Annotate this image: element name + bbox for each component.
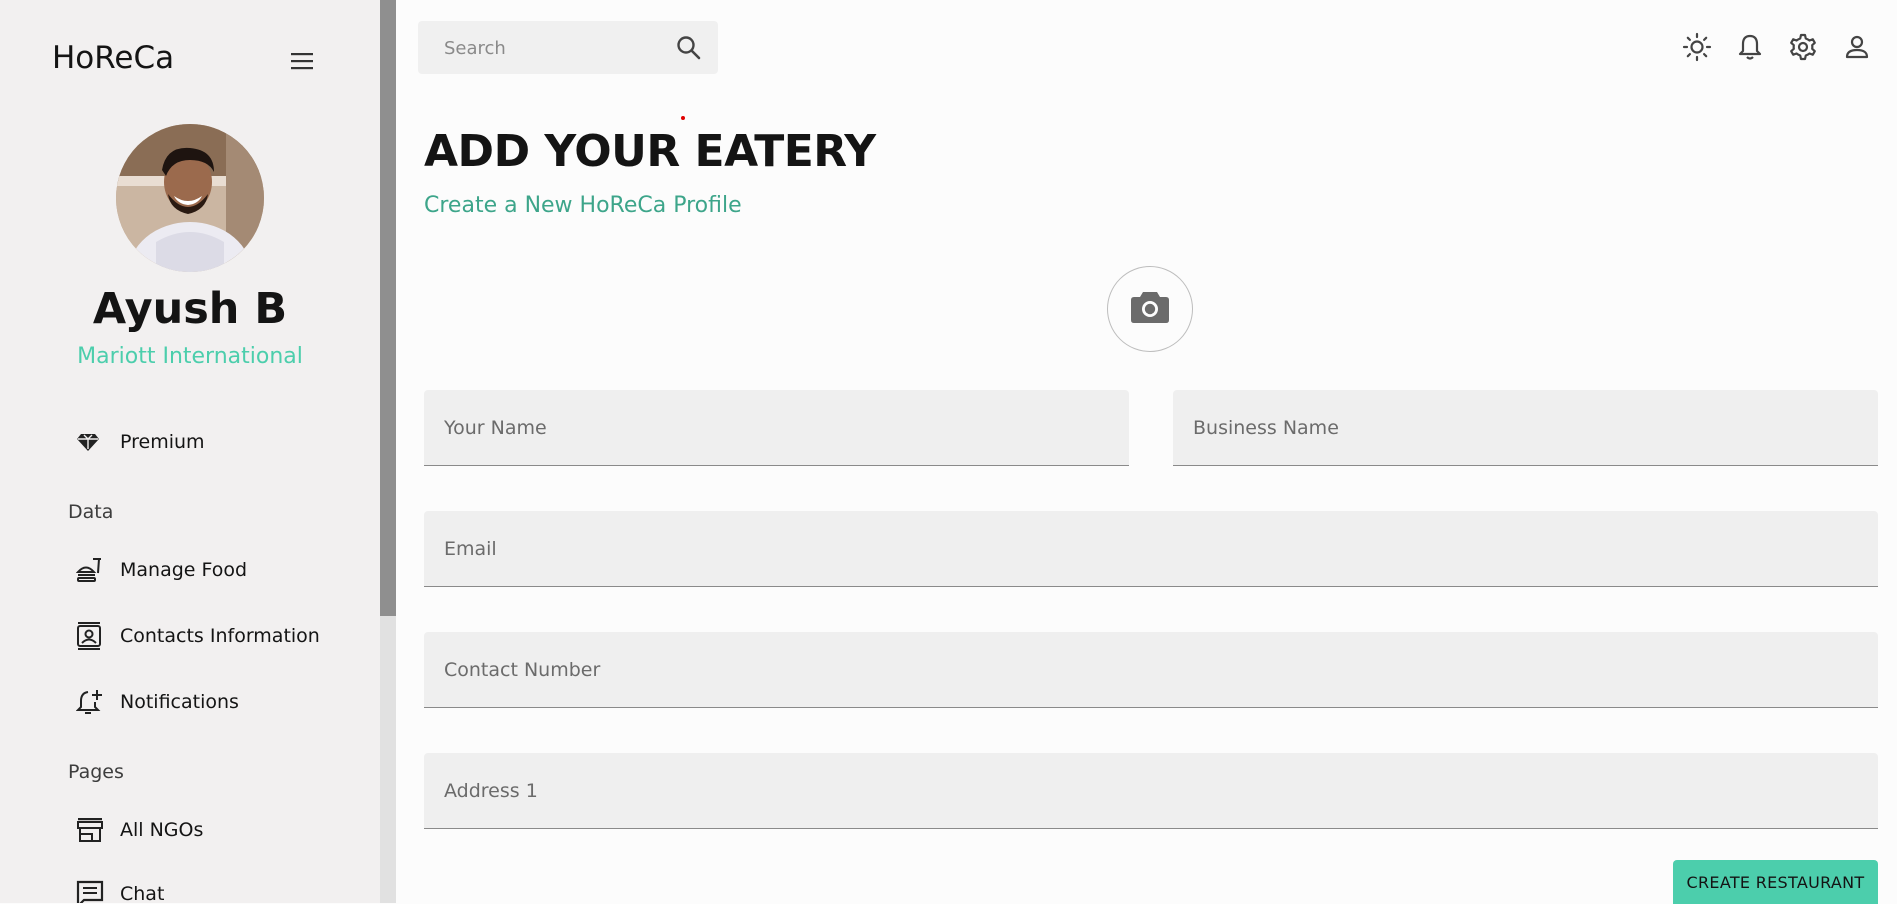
user-icon[interactable]	[1842, 32, 1872, 62]
sidebar-item-label: Chat	[120, 883, 165, 903]
sidebar-item-label: Premium	[120, 431, 205, 453]
sidebar-item-premium[interactable]: Premium	[66, 420, 356, 464]
avatar	[116, 124, 264, 272]
sun-icon[interactable]	[1682, 32, 1712, 62]
sidebar-item-label: Manage Food	[120, 559, 248, 581]
business-name-input[interactable]	[1191, 390, 1864, 466]
email-field	[424, 511, 1878, 587]
email-input[interactable]	[442, 511, 1864, 587]
sidebar-item-label: All NGOs	[120, 819, 204, 841]
sidebar-item-label: Notifications	[120, 691, 239, 713]
sidebar-item-label: Contacts Information	[120, 625, 320, 647]
contact-number-field	[424, 632, 1878, 708]
business-name-field	[1173, 390, 1878, 466]
search-input[interactable]	[442, 21, 666, 76]
upload-photo-button[interactable]	[1107, 266, 1193, 352]
hamburger-menu-icon[interactable]	[290, 50, 316, 72]
camera-icon	[1130, 290, 1170, 328]
sidebar-item-all-ngos[interactable]: All NGOs	[66, 808, 356, 852]
sidebar: HoReCa Ayush B Mariott International Pre…	[0, 0, 380, 903]
sidebar-scrollbar-thumb[interactable]	[380, 0, 396, 616]
address1-field	[424, 753, 1878, 829]
section-label-pages: Pages	[68, 761, 124, 783]
sidebar-item-notifications[interactable]: Notifications	[66, 680, 356, 724]
food-icon	[66, 557, 120, 583]
search-icon[interactable]	[674, 33, 704, 63]
cursor-dot	[681, 116, 685, 120]
user-name: Ayush B	[92, 284, 288, 334]
contact-card-icon	[66, 622, 120, 650]
brand-logo-text: HoReCa	[52, 40, 175, 76]
sidebar-item-manage-food[interactable]: Manage Food	[66, 548, 356, 592]
page-subtitle: Create a New HoReCa Profile	[424, 193, 742, 218]
sidebar-item-chat[interactable]: Chat	[66, 872, 356, 903]
create-restaurant-button[interactable]: CREATE RESTAURANT	[1673, 860, 1878, 904]
sidebar-scrollbar[interactable]	[380, 0, 396, 903]
user-organization: Mariott International	[77, 344, 303, 369]
page-title: ADD YOUR EATERY	[424, 126, 876, 177]
diamond-icon	[66, 430, 120, 454]
contact-number-input[interactable]	[442, 632, 1864, 708]
notification-add-icon	[66, 688, 120, 716]
address1-input[interactable]	[442, 753, 1864, 829]
your-name-field	[424, 390, 1129, 466]
search-box	[418, 21, 718, 76]
your-name-input[interactable]	[442, 390, 1115, 466]
gear-icon[interactable]	[1788, 32, 1818, 62]
section-label-data: Data	[68, 501, 114, 523]
store-icon	[66, 817, 120, 843]
bell-icon[interactable]	[1735, 32, 1765, 62]
chat-icon	[66, 880, 120, 903]
sidebar-item-contacts-information[interactable]: Contacts Information	[66, 614, 356, 658]
